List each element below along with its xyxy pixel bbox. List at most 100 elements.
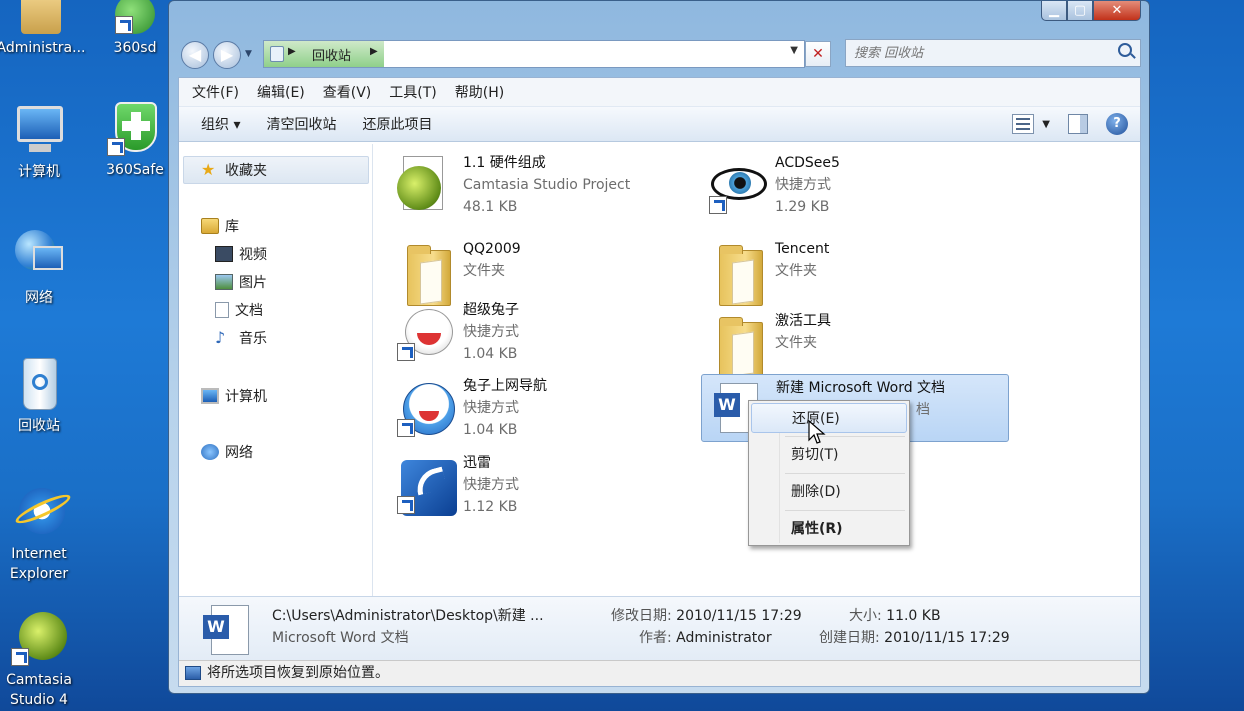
- menu-file[interactable]: 文件(F): [183, 82, 248, 102]
- author-label: 作者:: [639, 630, 672, 646]
- stop-button[interactable]: ✕: [805, 41, 831, 67]
- help-icon[interactable]: ?: [1106, 113, 1128, 135]
- forward-button[interactable]: ▶: [213, 41, 241, 69]
- desktop-icon-360safe[interactable]: 360Safe: [90, 100, 180, 180]
- desktop-icon-computer[interactable]: 计算机: [0, 102, 84, 182]
- computer-icon: [201, 388, 219, 404]
- desktop-icon-administrator[interactable]: Administra...: [0, 0, 86, 58]
- change-view-button[interactable]: ▼: [1012, 114, 1050, 134]
- maximize-button[interactable]: ▢: [1067, 1, 1093, 21]
- file-item[interactable]: Tencent 文件夹: [701, 236, 1011, 306]
- nav-network[interactable]: 网络: [201, 442, 253, 462]
- file-name: 新建 Microsoft Word 文档: [776, 380, 946, 396]
- menu-separator: [785, 510, 905, 511]
- desktop-icon-360sd[interactable]: 360sd: [90, 0, 180, 58]
- document-icon: [215, 302, 229, 318]
- nav-library[interactable]: 库: [201, 216, 239, 236]
- library-icon: [201, 218, 219, 234]
- nav-favorites[interactable]: ★ 收藏夹: [201, 160, 267, 180]
- menu-view[interactable]: 查看(V): [314, 82, 381, 102]
- details-modified-block: 修改日期: 2010/11/15 17:29: [611, 605, 802, 627]
- nav-label: 视频: [239, 247, 267, 263]
- preview-pane-icon[interactable]: [1068, 114, 1088, 134]
- menu-separator: [785, 473, 905, 474]
- star-icon: ★: [201, 160, 216, 179]
- network-icon: [201, 444, 219, 460]
- desktop-icon-label: 回收站: [18, 418, 60, 434]
- menu-tools[interactable]: 工具(T): [380, 82, 445, 102]
- desktop-icon-camtasia[interactable]: Camtasia Studio 4: [0, 610, 84, 710]
- desktop-icon-recycle-bin[interactable]: 回收站: [0, 356, 84, 436]
- file-item[interactable]: 激活工具 文件夹: [701, 308, 1011, 378]
- menu-help[interactable]: 帮助(H): [446, 82, 513, 102]
- search-box[interactable]: [845, 39, 1141, 67]
- nav-label: 音乐: [239, 331, 267, 347]
- desktop-icon-network[interactable]: 网络: [0, 228, 84, 308]
- desktop-icon-ie[interactable]: Internet Explorer: [0, 484, 84, 584]
- menu-edit[interactable]: 编辑(E): [248, 82, 314, 102]
- shortcut-arrow-icon: [11, 648, 29, 666]
- menu-separator: [785, 436, 905, 437]
- file-type: 快捷方式: [463, 324, 519, 340]
- minimize-button[interactable]: ▁: [1041, 1, 1067, 21]
- nav-pictures[interactable]: 图片: [215, 272, 267, 292]
- explorer-window: ▁ ▢ ✕ ◀ ▶ ▼ ▶ 回收站 ▶ ▼ ✕ 文件(F) 编辑(E) 查看(V…: [168, 0, 1150, 694]
- rabbit-icon: [397, 303, 455, 361]
- close-button[interactable]: ✕: [1093, 1, 1141, 21]
- folder-icon: [397, 242, 455, 306]
- breadcrumb-chevron-icon[interactable]: ▶: [370, 46, 378, 57]
- organize-button[interactable]: 组织 ▾: [191, 114, 250, 134]
- video-icon: [215, 246, 233, 262]
- address-history-dropdown-icon[interactable]: ▼: [790, 45, 798, 56]
- file-item[interactable]: 超级兔子 快捷方式 1.04 KB: [389, 297, 699, 365]
- file-text: Tencent 文件夹: [775, 238, 829, 282]
- recycle-bin-small-icon: [270, 46, 284, 62]
- author-value: Administrator: [676, 630, 772, 646]
- created-value: 2010/11/15 17:29: [884, 630, 1010, 646]
- recent-pages-dropdown[interactable]: ▼: [245, 49, 252, 59]
- file-item[interactable]: QQ2009 文件夹: [389, 236, 699, 306]
- file-type: 文件夹: [775, 263, 817, 279]
- file-size: 1.04 KB: [463, 422, 518, 438]
- file-item[interactable]: 迅雷 快捷方式 1.12 KB: [389, 450, 699, 518]
- shortcut-arrow-icon: [397, 419, 415, 437]
- file-name: Tencent: [775, 241, 830, 257]
- desktop-icon-label: Camtasia Studio 4: [6, 672, 72, 708]
- music-icon: ♪: [215, 328, 226, 347]
- context-cut[interactable]: 剪切(T): [751, 440, 907, 470]
- view-controls: ▼ ?: [1012, 113, 1128, 135]
- file-item[interactable]: 兔子上网导航 快捷方式 1.04 KB: [389, 373, 699, 441]
- file-name: 超级兔子: [463, 302, 519, 318]
- size-value: 11.0 KB: [886, 608, 941, 624]
- details-pane: W C:\Users\Administrator\Desktop\新建 ... …: [179, 596, 1140, 660]
- modified-label: 修改日期:: [611, 608, 672, 624]
- file-item[interactable]: 1.1 硬件组成 Camtasia Studio Project 48.1 KB: [389, 150, 699, 218]
- file-text: 超级兔子 快捷方式 1.04 KB: [463, 299, 519, 365]
- size-label: 大小:: [849, 608, 882, 624]
- restore-item-button[interactable]: 还原此项目: [352, 114, 442, 134]
- shield-icon: [115, 0, 155, 34]
- nav-documents[interactable]: 文档: [215, 300, 263, 320]
- folder-icon: [709, 242, 767, 306]
- context-restore[interactable]: 还原(E): [751, 403, 907, 433]
- search-icon[interactable]: [1118, 43, 1132, 57]
- context-delete[interactable]: 删除(D): [751, 477, 907, 507]
- nav-computer[interactable]: 计算机: [201, 386, 267, 406]
- back-button[interactable]: ◀: [181, 41, 209, 69]
- camtasia-icon: [11, 610, 67, 666]
- rabbit-icon: [397, 379, 455, 437]
- address-bar[interactable]: ▶ 回收站 ▶ ▼: [263, 40, 805, 68]
- empty-recycle-bin-button[interactable]: 清空回收站: [256, 114, 346, 134]
- context-properties[interactable]: 属性(R): [751, 514, 907, 544]
- command-bar: 组织 ▾ 清空回收站 还原此项目 ▼ ?: [179, 106, 1140, 142]
- file-item[interactable]: ACDSee5 快捷方式 1.29 KB: [701, 150, 1011, 218]
- search-input[interactable]: [846, 40, 1096, 66]
- camtasia-icon: [397, 156, 455, 214]
- shortcut-arrow-icon: [107, 138, 125, 156]
- file-size: 1.29 KB: [775, 199, 830, 215]
- nav-music[interactable]: ♪ 音乐: [215, 328, 267, 348]
- nav-video[interactable]: 视频: [215, 244, 267, 264]
- breadcrumb-recycle-bin[interactable]: 回收站: [312, 45, 351, 64]
- explorer-body: 文件(F) 编辑(E) 查看(V) 工具(T) 帮助(H) 组织 ▾ 清空回收站…: [178, 77, 1141, 687]
- nav-label: 文档: [235, 303, 263, 319]
